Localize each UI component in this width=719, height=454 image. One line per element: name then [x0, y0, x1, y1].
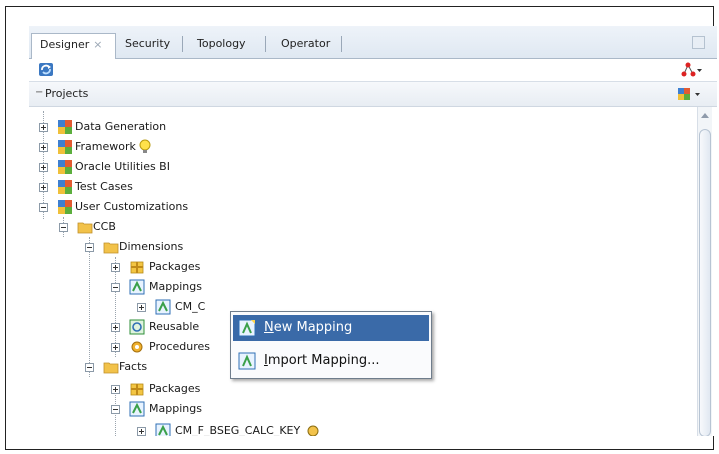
tree-item-facts-mapping-child[interactable]: CM_F_BSEG_CALC_KEY	[137, 421, 377, 436]
tab-topology[interactable]: Topology	[189, 33, 254, 58]
scroll-thumb[interactable]	[699, 129, 711, 436]
expand-icon[interactable]	[111, 343, 120, 352]
lightbulb-icon	[139, 139, 151, 153]
project-icon	[58, 120, 72, 134]
menu-item-label: Import Mapping...	[264, 353, 380, 368]
folder-icon	[77, 222, 93, 234]
tree-item-label: Reusable	[149, 320, 200, 333]
tab-security[interactable]: Security	[117, 33, 178, 58]
tab-operator[interactable]: Operator	[273, 33, 338, 58]
tree-item-label: Procedures	[149, 340, 210, 353]
tree-item-user-customizations[interactable]: User Customizations	[37, 197, 257, 217]
folder-icon	[103, 362, 119, 374]
tab-designer[interactable]: Designer ×	[31, 33, 116, 59]
mapping-icon	[129, 279, 145, 295]
minimize-button[interactable]	[692, 36, 705, 49]
navigator-toolbar	[29, 59, 717, 82]
tree-item-label: Mappings	[149, 402, 202, 415]
package-icon	[130, 261, 144, 274]
tab-separator	[341, 36, 342, 52]
project-icon	[58, 140, 72, 154]
scroll-up-arrow-icon[interactable]	[701, 113, 709, 118]
tree-item-data-generation[interactable]: Data Generation	[37, 117, 237, 137]
mapping-icon	[155, 299, 171, 315]
navigator-tabstrip: Designer × Security Topology Operator	[29, 26, 717, 59]
package-icon	[130, 383, 144, 396]
tree-item-dimensions[interactable]: Dimensions	[85, 237, 225, 257]
tree-item-label: Packages	[149, 260, 201, 273]
projects-title: Projects	[45, 87, 89, 100]
tree-item-label: Mappings	[149, 280, 202, 293]
expand-icon[interactable]	[39, 143, 48, 152]
tree-item-label: Packages	[149, 382, 201, 395]
tree-item-dim-reusable[interactable]: Reusable	[111, 317, 231, 337]
expand-icon[interactable]	[111, 323, 120, 332]
tab-topology-label: Topology	[197, 37, 246, 50]
tree-item-label: Oracle Utilities BI	[75, 160, 170, 173]
tree-item-label: Data Generation	[75, 120, 167, 133]
expand-icon[interactable]	[137, 303, 146, 312]
project-actions-icon[interactable]	[677, 86, 703, 102]
topology-menu-icon[interactable]	[681, 62, 703, 78]
tree-item-label: Test Cases	[75, 180, 133, 193]
expand-icon[interactable]	[111, 385, 120, 394]
collapse-icon[interactable]: −	[35, 88, 44, 98]
vertical-scrollbar[interactable]	[697, 107, 712, 436]
tree-item-facts-mappings[interactable]: Mappings	[111, 399, 251, 419]
collapse-node-icon[interactable]	[85, 243, 94, 252]
tree-item-facts-packages[interactable]: Packages	[111, 379, 231, 399]
tree-item-dim-packages[interactable]: Packages	[111, 257, 231, 277]
new-mapping-icon	[238, 319, 256, 337]
tab-operator-label: Operator	[281, 37, 331, 50]
tree-item-oracle-utilities-bi[interactable]: Oracle Utilities BI	[37, 157, 257, 177]
collapse-node-icon[interactable]	[85, 363, 94, 372]
collapse-node-icon[interactable]	[39, 203, 48, 212]
collapse-node-icon[interactable]	[111, 283, 120, 292]
tree-item-ccb[interactable]: CCB	[59, 217, 179, 237]
tree-item-facts[interactable]: Facts	[85, 357, 225, 377]
projects-tree: Data Generation Framework Oracle Utiliti…	[29, 107, 697, 436]
menu-item-new-mapping[interactable]: New Mapping	[233, 315, 429, 341]
collapse-node-icon[interactable]	[111, 405, 120, 414]
refresh-icon[interactable]	[38, 62, 54, 77]
tree-item-label: CM_F_BSEG_CALC_KEY	[175, 424, 301, 436]
designer-navigator: Designer × Security Topology Operator − P…	[29, 26, 717, 436]
tab-designer-label: Designer	[40, 38, 90, 51]
expand-icon[interactable]	[111, 263, 120, 272]
context-menu: New Mapping Import Mapping...	[230, 311, 432, 379]
expand-icon[interactable]	[39, 183, 48, 192]
project-icon	[58, 160, 72, 174]
expand-icon[interactable]	[39, 123, 48, 132]
tab-security-label: Security	[125, 37, 171, 50]
mapping-icon	[129, 401, 145, 417]
project-icon	[58, 180, 72, 194]
expand-icon[interactable]	[137, 427, 146, 436]
tab-separator	[182, 36, 183, 52]
reusable-mapping-icon	[129, 319, 145, 335]
tree-item-label: Facts	[119, 360, 148, 373]
folder-icon	[103, 242, 119, 254]
mapping-icon	[155, 423, 171, 436]
tree-item-label: Dimensions	[119, 240, 184, 253]
close-icon[interactable]: ×	[93, 38, 102, 51]
projects-accordion-header[interactable]: − Projects	[29, 82, 717, 107]
version-badge-icon	[307, 425, 319, 436]
collapse-node-icon[interactable]	[59, 223, 68, 232]
import-mapping-icon	[238, 352, 256, 370]
menu-item-import-mapping[interactable]: Import Mapping...	[233, 348, 429, 374]
tree-item-dim-mappings[interactable]: Mappings	[111, 277, 251, 297]
tree-item-label: CCB	[93, 220, 116, 233]
tree-item-test-cases[interactable]: Test Cases	[37, 177, 237, 197]
procedure-icon	[131, 341, 143, 353]
tab-separator	[265, 36, 266, 52]
tree-item-label: User Customizations	[75, 200, 189, 213]
tree-item-label: Framework	[75, 140, 136, 153]
menu-item-label: New Mapping	[264, 320, 353, 335]
tree-item-label: CM_C	[175, 300, 206, 313]
expand-icon[interactable]	[39, 163, 48, 172]
tree-line	[89, 237, 90, 377]
tree-item-framework[interactable]: Framework	[37, 137, 237, 157]
project-icon	[58, 200, 72, 214]
